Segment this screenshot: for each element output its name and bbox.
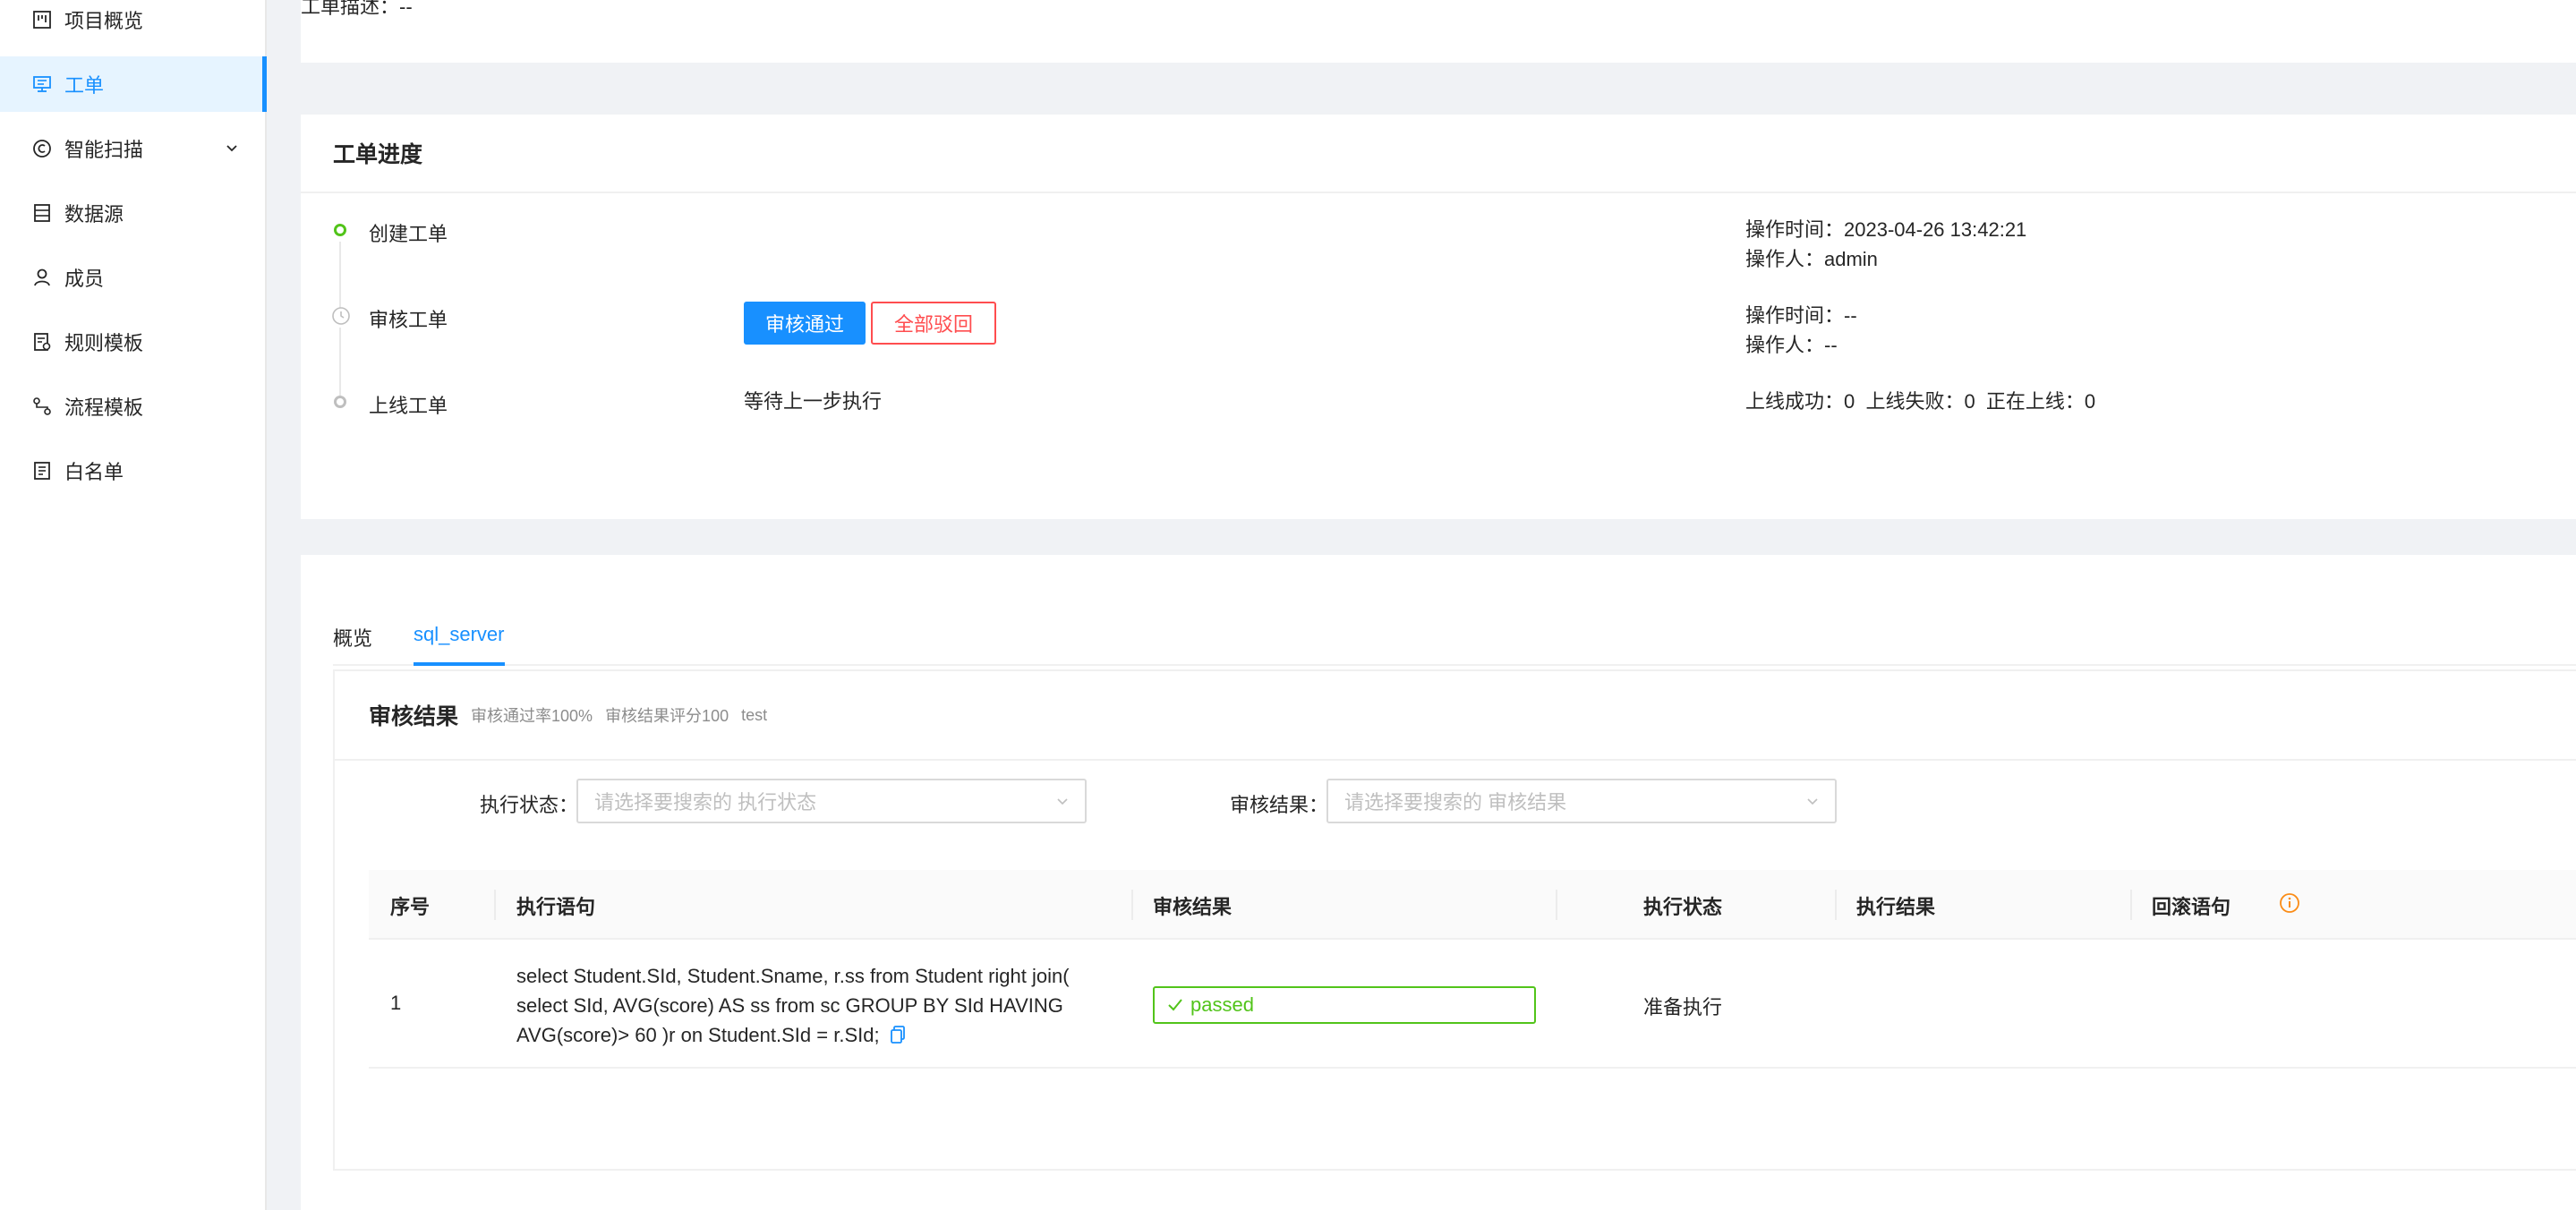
sql-statement-text: select Student.SId, Student.Sname, r.ss … [516,965,1070,1046]
audit-result-filter-label: 审核结果： [1230,794,1329,816]
sidebar: 项目概览 工单 智能扫描 数据源 成员 规则模板 流程模板 白名单 [0,0,267,1210]
audit-status-text: passed [1190,993,1254,1016]
timeline-connector [339,328,341,396]
reject-all-button[interactable]: 全部驳回 [871,302,997,345]
sidebar-item-ticket[interactable]: 工单 [0,56,267,112]
column-header: 执行状态 [1643,896,1723,918]
audit-detail-card: 概览 sql_server 审核结果 审核通过率100% 审核结果评分100 t… [301,555,2576,1210]
pass-rate: 审核通过率100% [471,707,593,725]
table-row: 1 select Student.SId, Student.Sname, r.s… [369,940,2576,1069]
step-done-dot [334,224,346,236]
column-divider [2130,890,2132,920]
ticket-icon [32,74,52,94]
column-header: 序号 [390,896,431,918]
column-divider [494,890,496,920]
column-divider [1556,890,1557,920]
table-header: 序号 执行语句 审核结果 执行状态 执行结果 回滚语句 [369,870,2576,940]
sidebar-item-label: 白名单 [64,461,124,483]
sidebar-item-whitelist[interactable]: 白名单 [0,443,267,498]
audit-result-title: 审核结果 [369,704,459,729]
sidebar-item-label: 数据源 [64,203,124,226]
smart-scan-icon [32,139,52,158]
sidebar-item-label: 流程模板 [64,396,144,419]
exec-status-select[interactable]: 请选择要搜索的 执行状态 [576,779,1087,823]
project-overview-icon [32,10,52,30]
sidebar-item-label: 智能扫描 [64,139,144,161]
audit-result-panel: 审核结果 审核通过率100% 审核结果评分100 test 执行状态： 请选择要… [333,669,2576,1171]
ticket-description-card: 工单描述：-- [301,0,2576,63]
audit-result-select[interactable]: 请选择要搜索的 审核结果 [1326,779,1837,823]
clock-icon [331,306,351,326]
tab-sql-server[interactable]: sql_server [414,623,504,646]
audit-result-placeholder: 请选择要搜索的 审核结果 [1344,791,1567,814]
step-create-operator: 操作人：admin [1745,248,1878,270]
sidebar-item-rule-template[interactable]: 规则模板 [0,314,267,370]
info-icon[interactable] [2279,892,2300,914]
column-header: 回滚语句 [2152,896,2231,918]
check-icon [1165,995,1185,1015]
exec-status: 准备执行 [1643,996,1723,1018]
exec-status-placeholder: 请选择要搜索的 执行状态 [594,791,817,814]
sql-statement: select Student.SId, Student.Sname, r.ss … [516,961,1089,1050]
active-tab-indicator [414,662,505,666]
workflow-template-icon [32,396,52,416]
column-header: 审核结果 [1153,896,1233,918]
step-online-status: 等待上一步执行 [744,390,883,413]
tab-bar: 概览 sql_server [333,601,2576,666]
exec-status-filter-label: 执行状态： [480,794,579,816]
timeline-connector [339,242,341,311]
step-pending-dot [334,396,346,408]
ticket-progress-card: 工单进度 创建工单 操作时间：2023-04-26 13:42:21 操作人：a… [301,115,2576,519]
sidebar-item-project-overview[interactable]: 项目概览 [0,0,267,47]
progress-title: 工单进度 [301,115,2576,193]
sidebar-item-member[interactable]: 成员 [0,250,267,305]
instance-name: test [741,705,768,724]
sidebar-item-smart-scan[interactable]: 智能扫描 [0,121,267,176]
sidebar-item-workflow-template[interactable]: 流程模板 [0,379,267,434]
column-divider [1131,890,1133,920]
audit-result-header: 审核结果 审核通过率100% 审核结果评分100 test [335,671,2576,761]
step-create-time: 操作时间：2023-04-26 13:42:21 [1745,218,2027,241]
step-online-stats: 上线成功：0 上线失败：0 正在上线：0 [1745,390,2096,413]
step-online-title: 上线工单 [369,395,448,417]
sidebar-item-datasource[interactable]: 数据源 [0,185,267,241]
copy-icon[interactable] [889,1023,907,1044]
step-review-operator: 操作人：-- [1745,334,1838,356]
column-divider [1835,890,1837,920]
result-score: 审核结果评分100 [605,707,729,725]
sidebar-item-label: 规则模板 [64,332,144,354]
chevron-down-icon [222,139,242,158]
column-header: 执行语句 [516,896,596,918]
sidebar-item-label: 项目概览 [64,10,144,32]
step-review-time: 操作时间：-- [1745,304,1857,327]
chevron-down-icon [1053,792,1072,812]
sidebar-item-label: 成员 [64,268,105,290]
audit-passed-badge: passed [1153,986,1536,1024]
step-create-title: 创建工单 [369,223,448,245]
column-header: 执行结果 [1856,896,1936,918]
whitelist-icon [32,461,52,481]
row-index: 1 [390,992,402,1014]
member-icon [32,268,52,287]
rule-template-icon [32,332,52,352]
chevron-down-icon [1803,792,1822,812]
approve-button[interactable]: 审核通过 [744,302,866,345]
datasource-icon [32,203,52,223]
ticket-description: 工单描述：-- [301,0,413,18]
step-review-title: 审核工单 [369,309,448,331]
tab-overview[interactable]: 概览 [333,623,372,652]
sidebar-item-label: 工单 [64,74,105,97]
